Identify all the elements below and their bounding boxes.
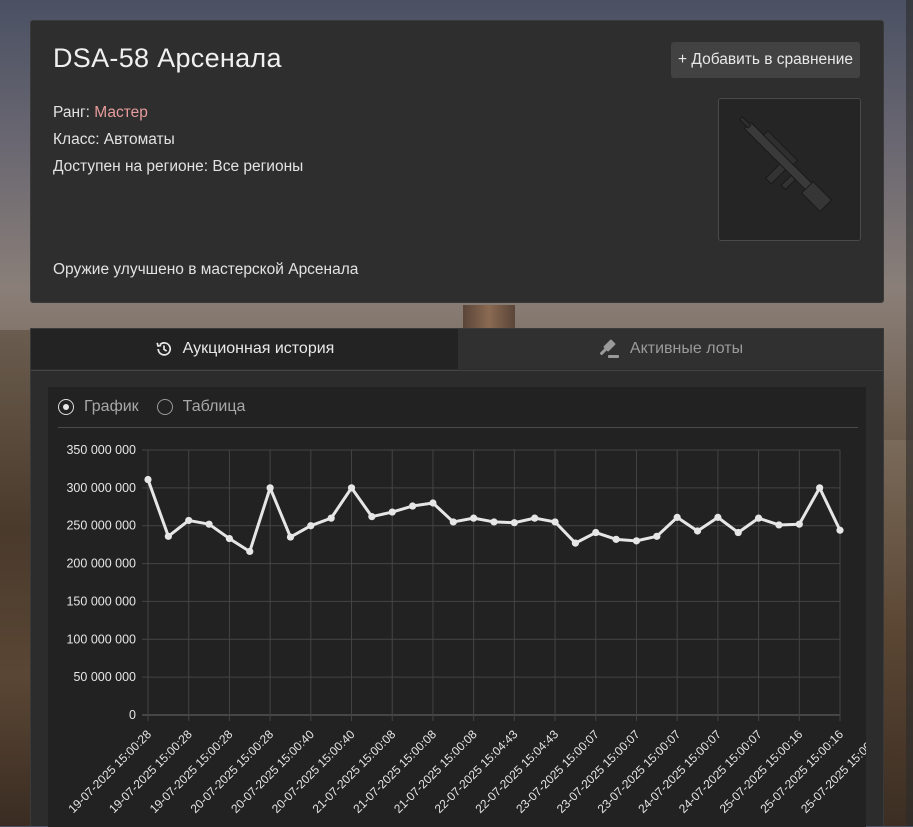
background-tower [463,305,515,329]
y-tick-label: 0 [129,708,136,722]
data-point[interactable] [632,537,641,545]
data-point[interactable] [734,528,742,537]
data-point[interactable] [571,539,580,547]
data-point[interactable] [225,534,234,543]
tab-auction-history[interactable]: Аукционная история [31,329,458,369]
data-point[interactable] [347,484,356,492]
y-tick-label: 100 000 000 [66,632,136,646]
data-point[interactable] [266,484,274,492]
y-tick-label: 150 000 000 [66,594,136,608]
price-history-chart: 350 000 000 300 000 000 250 000 000 200 000… [65,443,866,816]
class-line: Класс: Автоматы [53,131,175,148]
data-point[interactable] [449,518,457,526]
item-image [718,98,861,241]
data-point[interactable] [816,484,824,492]
y-tick-label: 350 000 000 [66,443,136,457]
background-edge [906,0,913,826]
tab-active-lots-label: Активные лоты [629,340,744,357]
tab-bar: Аукционная история Активные лоты [31,329,883,371]
tab-active-lots[interactable]: Активные лоты [458,329,883,369]
data-point[interactable] [286,533,295,541]
data-point[interactable] [368,513,376,521]
data-point[interactable] [653,532,661,540]
data-point[interactable] [164,532,172,540]
data-point[interactable] [795,520,803,528]
item-title: DSA-58 Арсенала [53,43,282,73]
y-tick-label: 250 000 000 [66,519,136,533]
add-to-compare-button[interactable]: + Добавить в сравнение [671,42,860,78]
data-point[interactable] [388,508,396,516]
data-point[interactable] [470,514,478,522]
data-point[interactable] [836,526,844,534]
history-icon [156,342,171,356]
data-point[interactable] [185,516,193,525]
data-point[interactable] [408,502,417,510]
y-tick-label: 300 000 000 [66,481,136,495]
data-point[interactable] [307,522,315,530]
data-point[interactable] [490,518,498,526]
data-point[interactable] [592,528,600,537]
data-point[interactable] [246,547,254,556]
data-point[interactable] [551,518,559,526]
item-info-card: DSA-58 Арсенала + Добавить в сравнение Р… [30,20,884,303]
auction-panel: Аукционная история Активные лоты График … [30,328,884,827]
data-point[interactable] [144,475,152,484]
rank-label: Ранг: [53,104,95,121]
data-point[interactable] [327,514,335,522]
region-line: Доступен на регионе: Все регионы [53,158,304,175]
y-tick-label: 200 000 000 [66,557,136,571]
series-line [146,479,842,553]
data-point[interactable] [510,519,518,527]
data-point[interactable] [429,499,437,507]
data-point[interactable] [531,514,539,522]
data-point[interactable] [673,513,681,521]
data-point[interactable] [612,535,620,543]
upgrade-note: Оружие улучшено в мастерской Арсенала [53,261,359,278]
y-tick-label: 50 000 000 [73,670,136,684]
tab-auction-history-label: Аукционная история [182,340,335,357]
rank-value: Мастер [94,104,148,121]
chart-container: График Таблица 350 000 000 300 000 000 250… [48,387,866,827]
gavel-icon [599,339,619,358]
rifle-image-icon [738,115,833,213]
data-point[interactable] [693,527,702,535]
data-point[interactable] [754,514,763,522]
rank-line: Ранг: Мастер [53,104,148,122]
data-point[interactable] [205,520,213,528]
data-point[interactable] [775,521,783,529]
data-point[interactable] [714,513,722,521]
